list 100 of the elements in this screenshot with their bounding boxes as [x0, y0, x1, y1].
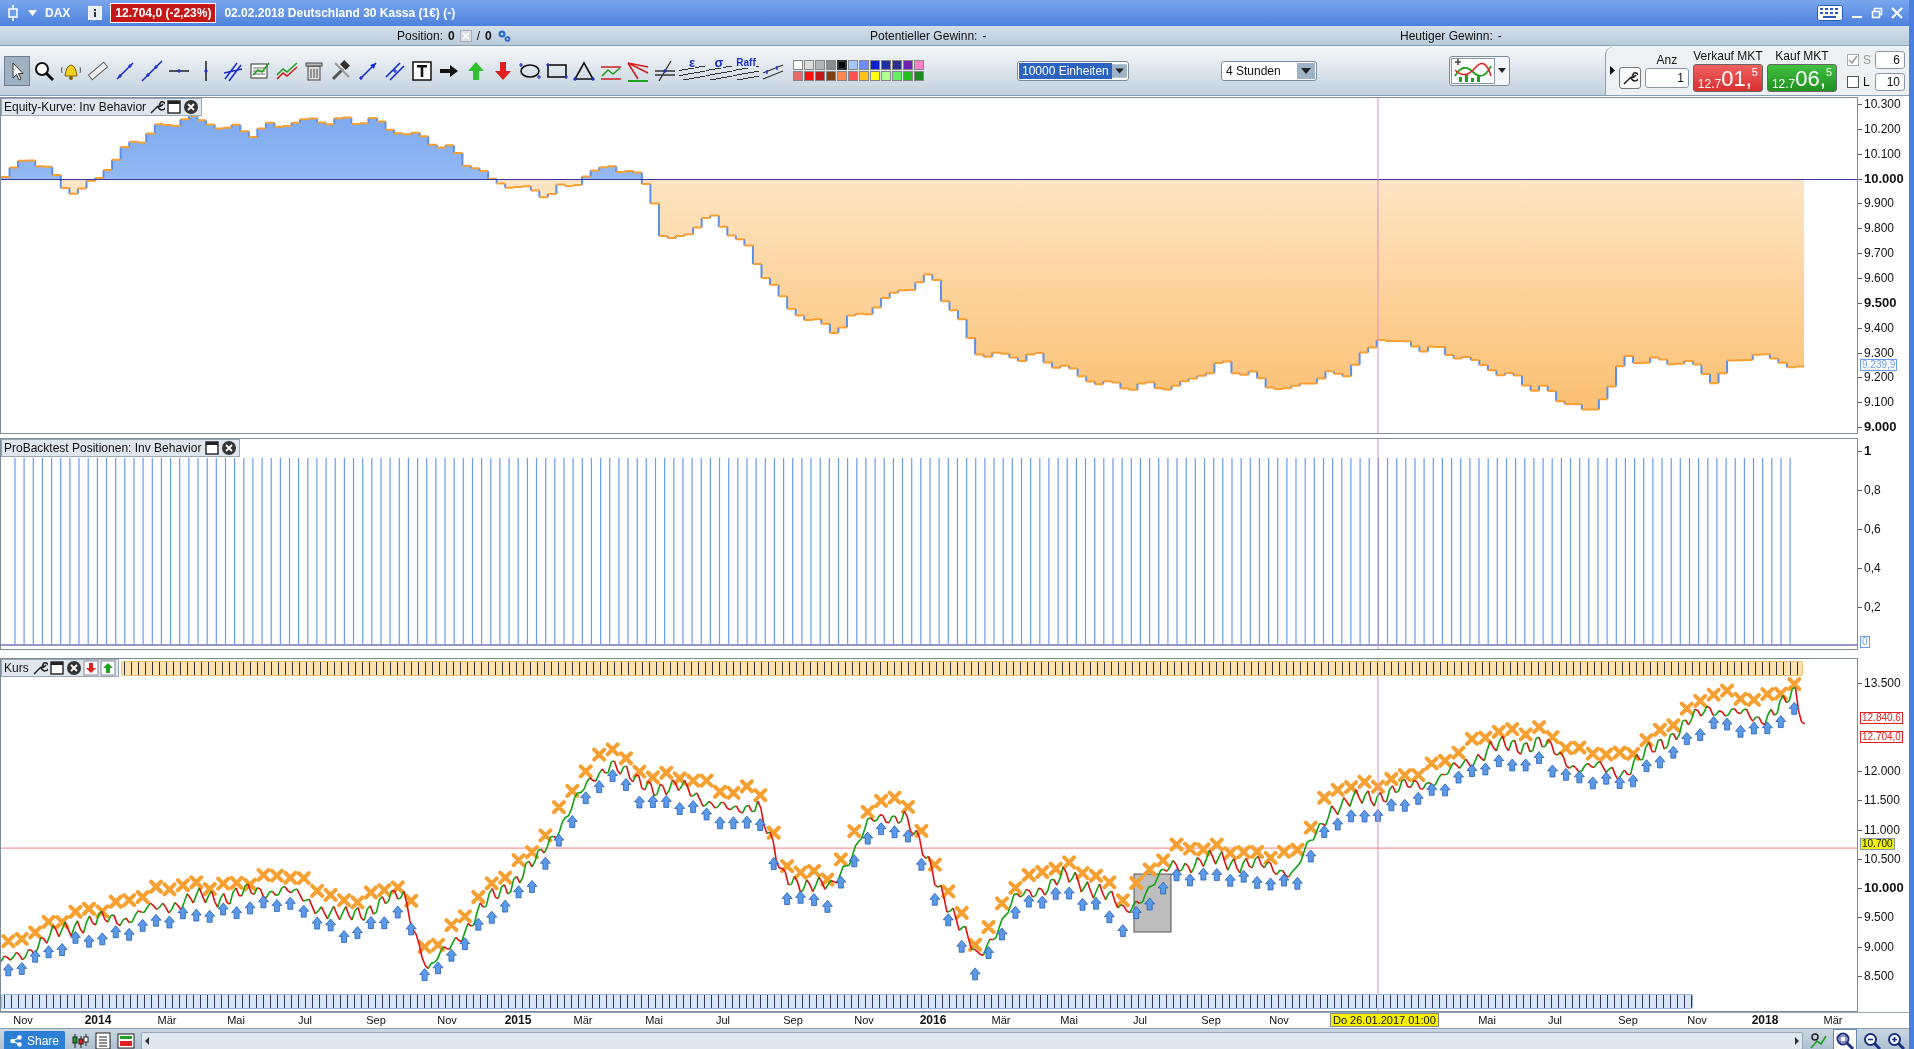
axis-label: 10.100: [1864, 147, 1901, 160]
color-swatch[interactable]: [804, 71, 814, 81]
color-swatch[interactable]: [848, 60, 858, 70]
axis-label: Nov: [12, 1013, 34, 1027]
color-swatch[interactable]: [793, 60, 803, 70]
wrench-icon[interactable]: [31, 660, 48, 676]
close-icon[interactable]: [183, 99, 200, 115]
axis-label: 9.500: [1864, 911, 1895, 924]
scroll-right-icon[interactable]: [1792, 1034, 1802, 1048]
layout-icon[interactable]: [117, 1032, 136, 1049]
axis-label: Mär: [1822, 1013, 1844, 1027]
window-icon[interactable]: [204, 440, 221, 456]
position-value: 0: [448, 28, 455, 43]
caret-icon: [1498, 68, 1506, 73]
close-icon[interactable]: [221, 440, 238, 456]
restore-icon[interactable]: [1871, 7, 1883, 19]
axis-label: 10.000: [1864, 882, 1904, 895]
axis-label: 0,8: [1864, 484, 1881, 496]
color-swatch[interactable]: [859, 60, 869, 70]
color-swatch[interactable]: [881, 71, 891, 81]
timeframe-dropdown[interactable]: 4 Stunden: [1221, 60, 1317, 81]
settings-button[interactable]: [1618, 66, 1641, 89]
indicator-chart-icon: [1451, 57, 1495, 84]
color-swatch[interactable]: [793, 71, 803, 81]
color-swatch[interactable]: [815, 60, 825, 70]
window-icon[interactable]: [48, 660, 65, 676]
axis-label: 1: [1864, 445, 1872, 457]
axis-label: 9.400: [1864, 321, 1895, 334]
list-icon[interactable]: [95, 1032, 112, 1049]
chart-settings-icon[interactable]: [1809, 1032, 1827, 1049]
wrench-icon: [1621, 69, 1638, 86]
candles-icon[interactable]: [71, 1032, 90, 1049]
zoom-icon[interactable]: [1835, 1031, 1855, 1049]
axis-label: 9.200: [1864, 371, 1895, 384]
value-tag: 12.840,6: [1860, 712, 1903, 724]
window-icon[interactable]: [166, 99, 183, 115]
color-swatch[interactable]: [848, 71, 858, 81]
info-icon[interactable]: [88, 6, 103, 20]
axis-label: 10.200: [1864, 122, 1901, 135]
axis-label: Nov: [853, 1013, 875, 1027]
settings-icon[interactable]: [496, 28, 511, 43]
line-icon[interactable]: [140, 58, 164, 83]
axis-label: 9.800: [1864, 222, 1895, 235]
color-swatch[interactable]: [870, 71, 880, 81]
axis-label: Mai: [1059, 1013, 1079, 1027]
axis-label: Sep: [1617, 1013, 1639, 1027]
axis-label: Mär: [156, 1013, 178, 1027]
axis-label: Mär: [572, 1013, 594, 1027]
stop-label: S: [1863, 52, 1871, 67]
checkbox[interactable]: [1847, 75, 1859, 88]
color-swatch[interactable]: [837, 60, 847, 70]
panel-title: Equity-Kurve: Inv Behavior: [4, 100, 147, 114]
color-swatch[interactable]: [903, 71, 913, 81]
axis-label: Nov: [1268, 1013, 1290, 1027]
instrument-description: 02.02.2018 Deutschland 30 Kassa (1€) (-): [224, 6, 456, 20]
color-swatch[interactable]: [892, 60, 902, 70]
color-swatch[interactable]: [826, 60, 836, 70]
zoom-in-icon[interactable]: [1887, 1032, 1905, 1049]
horizontal-scrollbar[interactable]: [141, 1032, 1803, 1049]
limit-distance-field[interactable]: 10: [1875, 72, 1905, 91]
color-swatch[interactable]: [859, 71, 869, 81]
expand-arrow-icon[interactable]: [1609, 66, 1615, 75]
move-down-icon[interactable]: [82, 660, 99, 676]
color-swatch[interactable]: [903, 60, 913, 70]
color-swatch[interactable]: [881, 60, 891, 70]
zoom-out-icon[interactable]: [1863, 1032, 1881, 1049]
color-swatch[interactable]: [892, 71, 902, 81]
text-tool-icon[interactable]: [410, 58, 434, 83]
axis-label: Jul: [296, 1013, 314, 1027]
axis-label: 0,2: [1864, 601, 1881, 613]
quantity-field[interactable]: 1: [1644, 68, 1689, 88]
tools-icon[interactable]: [329, 58, 353, 83]
color-swatch[interactable]: [870, 60, 880, 70]
move-up-icon[interactable]: [99, 660, 116, 676]
axis-label: 13.500: [1864, 677, 1901, 689]
color-swatch[interactable]: [815, 71, 825, 81]
quantity-dropdown[interactable]: 10000 Einheiten: [1017, 60, 1129, 81]
axis-label: 9.500: [1864, 296, 1897, 309]
limit-label: L: [1863, 74, 1871, 89]
caret-icon[interactable]: [28, 10, 37, 16]
axis-label: Mai: [226, 1013, 246, 1027]
axis-label: Mai: [644, 1013, 664, 1027]
daily-profit-value: -: [1497, 28, 1502, 43]
color-swatch[interactable]: [837, 71, 847, 81]
crossed-lines-icon[interactable]: [653, 58, 677, 83]
share-button[interactable]: Share: [4, 1031, 66, 1049]
separator-text: /: [476, 28, 481, 43]
color-swatch[interactable]: [826, 71, 836, 81]
keyboard-icon[interactable]: [1817, 5, 1843, 21]
candlestick-icon: [6, 4, 20, 22]
axis-label: 2015: [503, 1013, 533, 1027]
symbol-label: DAX: [45, 6, 71, 20]
axis-label: Sep: [1200, 1013, 1222, 1027]
indicator-button[interactable]: [1449, 55, 1510, 86]
color-swatch[interactable]: [914, 71, 924, 81]
wrench-icon[interactable]: [149, 99, 166, 115]
value-tag: 0: [1860, 636, 1870, 648]
color-swatch[interactable]: [914, 60, 924, 70]
close-icon[interactable]: [65, 660, 82, 676]
color-swatch[interactable]: [804, 60, 814, 70]
